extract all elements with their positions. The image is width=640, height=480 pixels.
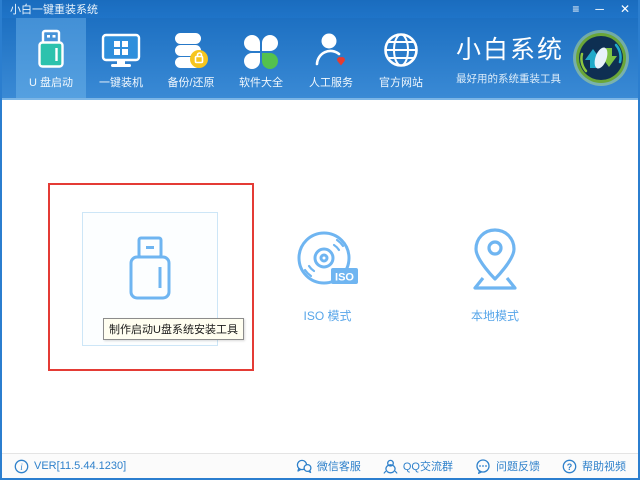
footer-link-label: 微信客服 [317, 458, 361, 474]
footer-link-feedback[interactable]: 问题反馈 [475, 458, 540, 474]
window-controls: ≡ ─ ✕ [572, 1, 630, 17]
app-window: 小白一键重装系统 ≡ ─ ✕ U 盘启动 [0, 0, 640, 480]
titlebar: 小白一键重装系统 ≡ ─ ✕ [2, 0, 638, 18]
brand-block: 小白系统 最好用的系统重装工具 [456, 18, 564, 98]
nav-label: 人工服务 [309, 74, 353, 90]
mode-item-local[interactable]: 本地模式 [452, 226, 538, 324]
wechat-icon [296, 459, 312, 474]
close-icon[interactable]: ✕ [620, 1, 630, 17]
nav-label: U 盘启动 [29, 74, 73, 90]
qq-penguin-icon [383, 459, 398, 474]
statusbar: i VER[11.5.44.1230] 微信客服 Q [2, 453, 638, 478]
nav-item-one-key-install[interactable]: 一键装机 [86, 18, 156, 98]
nav-item-official-website[interactable]: 官方网站 [366, 18, 436, 98]
nav-label: 一键装机 [99, 74, 143, 90]
nav-label: 官方网站 [379, 74, 423, 90]
footer-link-qq[interactable]: QQ交流群 [383, 458, 453, 474]
iso-mode-label: ISO 模式 [303, 307, 351, 324]
usb-mode-icon [122, 235, 178, 306]
footer-link-wechat[interactable]: 微信客服 [296, 458, 361, 474]
brand-tagline: 最好用的系统重装工具 [456, 71, 564, 86]
mode-item-iso[interactable]: ISO ISO 模式 [285, 230, 370, 324]
monitor-windows-icon [101, 27, 141, 69]
brand-name: 小白系统 [456, 30, 564, 66]
svg-text:i: i [20, 462, 23, 472]
clover-apps-icon [244, 27, 278, 69]
info-icon: i [14, 459, 29, 474]
iso-mode-icon: ISO [296, 230, 360, 297]
menu-icon[interactable]: ≡ [572, 1, 579, 17]
window-title: 小白一键重装系统 [10, 1, 98, 17]
iso-badge-text: ISO [335, 272, 354, 284]
nav-item-usb-boot[interactable]: U 盘启动 [16, 18, 86, 98]
footer-link-label: 问题反馈 [496, 458, 540, 474]
nav-item-backup-restore[interactable]: 备份/还原 [156, 18, 226, 98]
footer-link-help-video[interactable]: ? 帮助视频 [562, 458, 626, 474]
nav-label: 软件大全 [239, 74, 283, 90]
nav-label: 备份/还原 [167, 74, 214, 90]
toolbar: U 盘启动 一键装机 [2, 18, 638, 100]
minimize-icon[interactable]: ─ [595, 1, 604, 17]
local-mode-label: 本地模式 [471, 307, 519, 324]
database-backup-icon [172, 27, 210, 69]
footer-link-label: 帮助视频 [582, 458, 626, 474]
svg-text:?: ? [567, 461, 573, 471]
globe-icon [382, 27, 420, 69]
local-mode-icon [463, 226, 527, 297]
person-heart-icon [312, 27, 350, 69]
help-icon: ? [562, 459, 577, 474]
usb-mode-tooltip: 制作启动U盘系统安装工具 [103, 318, 244, 340]
version-text: VER[11.5.44.1230] [34, 460, 126, 472]
nav-item-software-collection[interactable]: 软件大全 [226, 18, 296, 98]
main-content: U 盘模式 ISO ISO 模式 [2, 100, 638, 453]
footer-links: 微信客服 QQ交流群 问题反馈 [296, 458, 626, 474]
footer-link-label: QQ交流群 [403, 458, 453, 474]
brand-logo-icon [572, 18, 630, 98]
version-info[interactable]: i VER[11.5.44.1230] [14, 459, 126, 474]
usb-drive-icon [35, 27, 67, 69]
feedback-bubble-icon [475, 459, 491, 474]
nav-item-manual-service[interactable]: 人工服务 [296, 18, 366, 98]
